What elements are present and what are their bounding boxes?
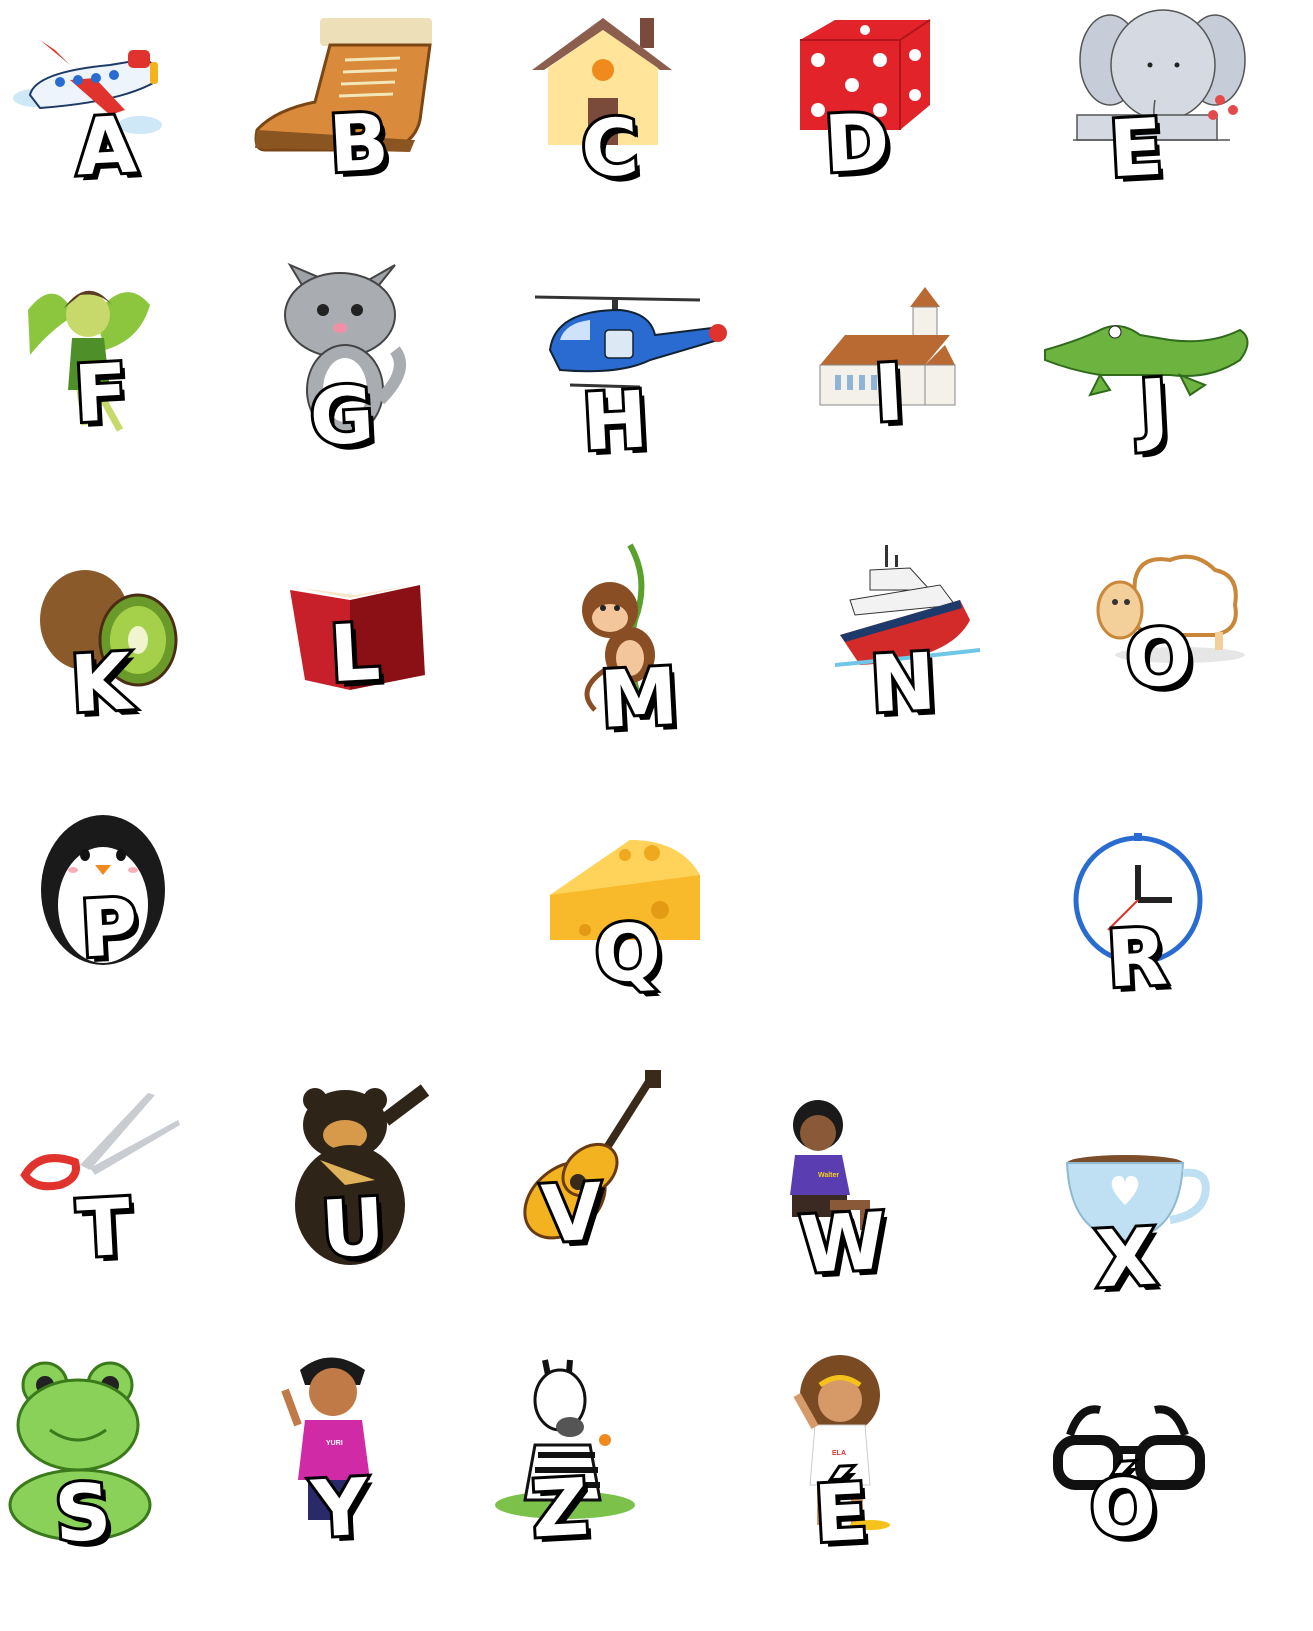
tile-zebra: Z bbox=[490, 1355, 710, 1585]
church-icon bbox=[819, 287, 956, 406]
letter-label: D bbox=[819, 94, 894, 193]
letter-label: V bbox=[536, 1164, 607, 1263]
letter-label: C bbox=[576, 100, 644, 199]
book-icon bbox=[290, 585, 425, 690]
tile-frog: S bbox=[8, 1355, 230, 1585]
letter-label: O bbox=[1120, 609, 1197, 708]
tile-church: I bbox=[805, 275, 1025, 505]
cup-icon bbox=[1065, 1155, 1210, 1242]
tile-dice: D bbox=[780, 10, 1000, 240]
letter-label: K bbox=[66, 634, 137, 733]
letter-label: U bbox=[316, 1179, 390, 1278]
tile-book: L bbox=[280, 570, 500, 800]
tile-crocodile: J bbox=[1040, 300, 1260, 530]
letter-label: W bbox=[794, 1194, 891, 1294]
tile-clock: R bbox=[1060, 825, 1280, 1055]
letter-label: X bbox=[1091, 1209, 1162, 1308]
letter-label: T bbox=[72, 1180, 136, 1279]
tile-glasses: Ó bbox=[1050, 1395, 1270, 1625]
tile-boy-yuri: YURI Y bbox=[270, 1350, 490, 1580]
tile-monkey: M bbox=[555, 540, 775, 770]
elephant-icon bbox=[1073, 9, 1246, 141]
letter-label: L bbox=[325, 605, 385, 703]
letter-label: N bbox=[865, 634, 941, 733]
letter-label: Z bbox=[527, 1460, 594, 1559]
letter-label: Q bbox=[590, 904, 667, 1003]
tile-kiwi: K bbox=[20, 555, 240, 785]
boy-icon bbox=[281, 1357, 370, 1520]
letter-label: J bbox=[1135, 360, 1175, 457]
letter-label: É bbox=[809, 1465, 873, 1564]
tile-helicopter: H bbox=[520, 285, 740, 515]
letter-label: S bbox=[49, 1465, 116, 1564]
tile-guitar: V bbox=[510, 1070, 730, 1300]
letter-label: F bbox=[69, 345, 133, 444]
tile-sheep: O bbox=[1075, 550, 1295, 780]
clock-icon bbox=[1073, 833, 1203, 965]
tile-girl-ela: ELA É bbox=[775, 1355, 995, 1585]
tile-airplane: A bbox=[0, 20, 220, 250]
tile-cat: G bbox=[245, 260, 465, 490]
letter-label: G bbox=[304, 367, 379, 466]
tile-boy-walter: Walter W bbox=[770, 1095, 990, 1325]
letter-label: Ó bbox=[1084, 1459, 1161, 1558]
frog-icon bbox=[8, 1361, 152, 1542]
tile-house: C bbox=[500, 10, 720, 240]
letter-label: R bbox=[1102, 909, 1173, 1008]
tile-cheese: Q bbox=[540, 835, 760, 1065]
tile-bear: U bbox=[265, 1080, 485, 1310]
tile-boot: B bbox=[245, 10, 465, 240]
letter-label: I bbox=[869, 345, 909, 442]
shirt-label: Walter bbox=[818, 1172, 840, 1179]
letter-label: P bbox=[75, 880, 143, 979]
ship-icon bbox=[834, 545, 981, 667]
tile-cup: X bbox=[1060, 1145, 1280, 1375]
tile-elephant: E bbox=[1055, 5, 1275, 235]
dice-icon bbox=[800, 19, 931, 130]
girl-icon bbox=[793, 1355, 890, 1530]
letter-label: A bbox=[70, 97, 141, 196]
letter-label: H bbox=[577, 372, 653, 471]
letter-label: E bbox=[1104, 100, 1168, 199]
tile-scissors: T bbox=[20, 1090, 240, 1320]
scissors-icon bbox=[20, 1093, 180, 1191]
zebra-icon bbox=[495, 1359, 635, 1519]
glasses-icon bbox=[1053, 1405, 1205, 1490]
tile-fairy: F bbox=[0, 260, 220, 490]
shirt-label: ELA bbox=[832, 1450, 846, 1457]
letter-label: M bbox=[594, 649, 682, 749]
tile-ship: N bbox=[830, 540, 1050, 770]
shirt-label: YURI bbox=[326, 1440, 343, 1447]
letter-label: Y bbox=[307, 1460, 374, 1559]
tile-penguin: P bbox=[25, 810, 245, 1040]
letter-label: B bbox=[324, 95, 394, 194]
